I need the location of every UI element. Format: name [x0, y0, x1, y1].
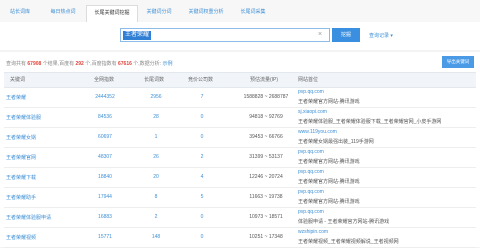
index-value[interactable]: 84536 — [84, 114, 126, 120]
site-title: 王者荣耀官方网站-腾讯游戏 — [298, 199, 360, 205]
site-title: 王者荣耀视频_王者荣耀视频解说_王者视频网 — [298, 239, 399, 245]
table-row: 王者荣耀 2444352 2956 7 1588828 ~ 2688787 pvp.qq.… — [4, 87, 476, 108]
table-row: 王者荣耀体验服申请 16883 2 0 10973 ~ 18571 pvp.qq.com 体… — [4, 207, 476, 228]
summary-baidu: 292 — [75, 61, 84, 67]
bid-count[interactable]: 2 — [182, 154, 222, 160]
index-value[interactable]: 2444352 — [84, 94, 126, 100]
longtail-count[interactable]: 2 — [136, 214, 176, 220]
site-url[interactable]: www.119you.com — [298, 129, 337, 135]
index-value[interactable]: 60697 — [84, 134, 126, 140]
export-keywords-button[interactable]: 导出关键词 — [442, 56, 474, 68]
table-row: 王者荣耀视频 15771 148 0 10251 ~ 17348 wzshipin.com… — [4, 227, 476, 248]
top-tab-bar: 站长词库 每日热点词 长尾关键词挖掘 关键词分词 关键词权重分析 长尾词采集 — [0, 0, 480, 23]
bid-count[interactable]: 0 — [182, 234, 222, 240]
keyword-link[interactable]: 王者荣耀官网 — [6, 154, 36, 161]
longtail-count[interactable]: 28 — [136, 114, 176, 120]
keyword-link[interactable]: 王者荣耀视频 — [6, 234, 36, 241]
search-button[interactable]: 挖掘 — [332, 28, 360, 42]
traffic-range: 10251 ~ 17348 — [249, 234, 283, 240]
bid-count[interactable]: 0 — [182, 214, 222, 220]
site-title: 王者荣耀官方网站-腾讯游戏 — [298, 179, 360, 185]
result-summary: 查询共有 67908 个结果,百度有 292 个,百度指数有 67616 个,数… — [6, 60, 172, 67]
summary-total: 67908 — [27, 61, 42, 67]
col-keyword[interactable]: 关键词 — [10, 76, 25, 83]
summary-text: 个结果,百度有 — [41, 61, 76, 67]
longtail-count[interactable]: 20 — [136, 174, 176, 180]
longtail-count[interactable]: 8 — [136, 194, 176, 200]
clear-icon[interactable]: × — [318, 31, 322, 38]
bid-count[interactable]: 4 — [182, 174, 222, 180]
site-url[interactable]: pvp.qq.com — [298, 149, 324, 155]
site-title: 体验服申请 - 王者荣耀官方网站-腾讯游戏 — [298, 219, 390, 225]
search-input-value: 王者荣耀 — [123, 31, 152, 40]
site-url[interactable]: sj.xiaopi.com — [298, 109, 327, 115]
col-index[interactable]: 全网指数 — [94, 76, 114, 83]
traffic-range: 11663 ~ 19738 — [249, 194, 283, 200]
traffic-range: 1588828 ~ 2688787 — [243, 94, 289, 100]
longtail-count[interactable]: 26 — [136, 154, 176, 160]
longtail-count[interactable]: 2956 — [136, 94, 176, 100]
summary-index: 67616 — [117, 61, 132, 67]
table-row: 王者荣耀助手 17944 8 5 11663 ~ 19738 pvp.qq.com 王者荣耀… — [4, 187, 476, 208]
tab-longtail-collect[interactable]: 长尾词采集 — [236, 6, 270, 19]
table-row: 王者荣耀体验服 84536 28 0 94818 ~ 92769 sj.xiaopi.co… — [4, 107, 476, 128]
col-top-site[interactable]: 网站首位 — [298, 76, 318, 83]
site-url[interactable]: pvp.qq.com — [298, 169, 324, 175]
site-title: 王者荣耀女娲最强出装_119手游网 — [298, 139, 374, 145]
tab-segmentation[interactable]: 关键词分词 — [142, 6, 176, 19]
keyword-link[interactable]: 王者荣耀体验服 — [6, 114, 41, 121]
table-row: 王者荣耀官网 48307 26 2 31399 ~ 53137 pvp.qq.com 王者荣… — [4, 147, 476, 168]
site-title: 王者荣耀体验服_王者荣耀体验服下载_王者荣耀官网_小皮手游网 — [298, 119, 442, 125]
index-value[interactable]: 18840 — [84, 174, 126, 180]
index-value[interactable]: 16883 — [84, 214, 126, 220]
keyword-link[interactable]: 王者荣耀下载 — [6, 174, 36, 181]
bid-count[interactable]: 0 — [182, 134, 222, 140]
table-header: 关键词 全网指数 长尾词数 竞价公司数 预估流量(IP) 网站首位 — [4, 72, 476, 88]
col-traffic[interactable]: 预估流量(IP) — [250, 76, 278, 83]
longtail-count[interactable]: 148 — [136, 234, 176, 240]
summary-text: 个,数据分析: — [131, 61, 163, 67]
search-input[interactable]: 王者荣耀 — [120, 28, 330, 42]
search-area: 王者荣耀 × 挖掘 查询记录 ▾ — [0, 22, 480, 50]
traffic-range: 31399 ~ 53137 — [249, 154, 283, 160]
summary-text: 查询共有 — [6, 61, 28, 67]
bid-count[interactable]: 0 — [182, 114, 222, 120]
table-row: 王者荣耀下载 18840 20 4 12246 ~ 20724 pvp.qq.com 王者荣… — [4, 167, 476, 188]
index-value[interactable]: 15771 — [84, 234, 126, 240]
site-url[interactable]: pvp.qq.com — [298, 189, 324, 195]
summary-text: 个,百度指数有 — [83, 61, 118, 67]
col-longtail[interactable]: 长尾词数 — [144, 76, 164, 83]
summary-example-link[interactable]: 示例 — [162, 61, 172, 67]
traffic-range: 10973 ~ 18571 — [249, 214, 283, 220]
keyword-link[interactable]: 王者荣耀 — [6, 94, 26, 101]
traffic-range: 12246 ~ 20724 — [249, 174, 283, 180]
query-history-link[interactable]: 查询记录 ▾ — [369, 32, 393, 39]
tab-daily-hot[interactable]: 每日热点词 — [44, 6, 82, 19]
bid-count[interactable]: 7 — [182, 94, 222, 100]
keyword-link[interactable]: 王者荣耀女娲 — [6, 134, 36, 141]
tab-weight-analysis[interactable]: 关键词权重分析 — [184, 6, 228, 19]
traffic-range: 39453 ~ 66766 — [249, 134, 283, 140]
longtail-count[interactable]: 1 — [136, 134, 176, 140]
site-title: 王者荣耀官方网站-腾讯游戏 — [298, 159, 360, 165]
site-title: 王者荣耀官方网站-腾讯游戏 — [298, 99, 360, 105]
index-value[interactable]: 17944 — [84, 194, 126, 200]
site-url[interactable]: pvp.qq.com — [298, 89, 324, 95]
site-url[interactable]: wzshipin.com — [298, 229, 328, 235]
keyword-link[interactable]: 王者荣耀体验服申请 — [6, 214, 51, 221]
bid-count[interactable]: 5 — [182, 194, 222, 200]
table-row: 王者荣耀女娲 60697 1 0 39453 ~ 66766 www.119you.com… — [4, 127, 476, 148]
traffic-range: 94818 ~ 92769 — [249, 114, 283, 120]
col-bid[interactable]: 竞价公司数 — [188, 76, 213, 83]
keyword-link[interactable]: 王者荣耀助手 — [6, 194, 36, 201]
tab-longtail-mining[interactable]: 长尾关键词挖掘 — [86, 5, 138, 23]
index-value[interactable]: 48307 — [84, 154, 126, 160]
site-url[interactable]: pvp.qq.com — [298, 209, 324, 215]
tab-wordbank[interactable]: 站长词库 — [4, 6, 36, 19]
